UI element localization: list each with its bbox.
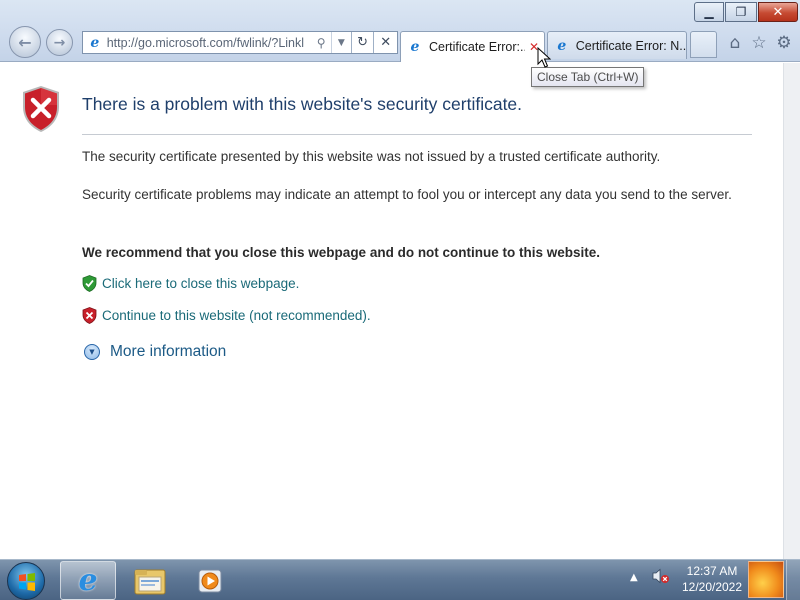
page-title: There is a problem with this website's s… <box>82 94 523 114</box>
search-icon[interactable]: ⚲ <box>311 32 331 53</box>
folder-icon <box>134 569 166 594</box>
continue-website-link[interactable]: Continue to this website (not recommende… <box>102 308 371 323</box>
tab-label: Certificate Error:... <box>429 40 525 54</box>
tools-gear-icon[interactable]: ⚙ <box>774 33 794 53</box>
show-hidden-icons-button[interactable]: ▲ <box>630 572 638 583</box>
start-button[interactable] <box>7 562 45 600</box>
divider <box>82 134 752 135</box>
tab-label: Certificate Error: N... <box>575 38 686 53</box>
recommendation-text: We recommend that you close this webpage… <box>82 245 601 260</box>
close-tab-tooltip: Close Tab (Ctrl+W) <box>531 67 645 87</box>
close-window-button[interactable]: ✕ <box>758 2 798 22</box>
security-warning-text: Security certificate problems may indica… <box>82 187 732 202</box>
vertical-scrollbar[interactable] <box>783 63 800 559</box>
favorites-star-icon[interactable]: ☆ <box>749 33 769 53</box>
stop-button[interactable]: ✕ <box>373 32 397 53</box>
browser-chrome: ▁ ❐ ✕ ← → e http://go.microsoft.com/fwli… <box>0 0 800 62</box>
error-shield-icon <box>23 86 59 132</box>
refresh-button[interactable]: ↻ <box>350 32 374 53</box>
internet-explorer-icon: e <box>78 563 98 598</box>
certificate-issue-text: The security certificate presented by th… <box>82 149 661 164</box>
back-arrow-icon: ← <box>18 32 32 52</box>
maximize-button[interactable]: ❐ <box>725 2 757 22</box>
system-clock[interactable]: 12:37 AM 12/20/2022 <box>672 563 752 595</box>
more-information-toggle[interactable]: ▼ More information <box>84 343 226 361</box>
tab-certificate-error-active[interactable]: e Certificate Error:... ✕ <box>400 31 545 62</box>
home-icon[interactable]: ⌂ <box>725 33 745 53</box>
close-webpage-link[interactable]: Click here to close this webpage. <box>102 276 299 291</box>
forward-button[interactable]: → <box>46 29 73 56</box>
show-desktop-button[interactable] <box>786 560 800 600</box>
close-webpage-row: Click here to close this webpage. <box>82 275 299 292</box>
red-shield-icon <box>82 307 97 324</box>
ie-tab-icon: e <box>410 39 420 55</box>
address-input[interactable]: http://go.microsoft.com/fwlink/?Linkl <box>107 36 312 50</box>
page-content: There is a problem with this website's s… <box>0 63 783 559</box>
mouse-cursor-icon <box>537 47 551 68</box>
green-shield-icon <box>82 275 97 292</box>
address-bar[interactable]: e http://go.microsoft.com/fwlink/?Linkl … <box>82 31 398 54</box>
new-tab-button[interactable] <box>690 31 717 58</box>
windows-logo-icon <box>19 573 35 591</box>
taskbar-windows-explorer[interactable] <box>122 561 178 600</box>
taskbar-internet-explorer[interactable]: e <box>60 561 116 600</box>
window-controls: ▁ ❐ ✕ <box>693 2 798 22</box>
minimize-button[interactable]: ▁ <box>694 2 724 22</box>
media-player-icon <box>198 569 222 592</box>
ie-tab-icon: e <box>557 37 567 54</box>
desktop-thumbnail-icon[interactable] <box>748 561 784 598</box>
address-dropdown-icon[interactable]: ▼ <box>331 32 351 53</box>
clock-time: 12:37 AM <box>686 564 738 578</box>
more-information-link[interactable]: More information <box>110 343 226 361</box>
continue-website-row: Continue to this website (not recommende… <box>82 307 371 324</box>
back-button[interactable]: ← <box>9 26 41 58</box>
ie-page-icon: e <box>90 34 100 51</box>
speaker-muted-icon[interactable] <box>652 568 670 584</box>
taskbar-media-player[interactable] <box>182 561 238 600</box>
forward-arrow-icon: → <box>53 34 66 51</box>
expand-chevron-icon: ▼ <box>84 344 100 360</box>
clock-date: 12/20/2022 <box>681 580 743 594</box>
tab-certificate-error-inactive[interactable]: e Certificate Error: N... <box>547 31 687 59</box>
